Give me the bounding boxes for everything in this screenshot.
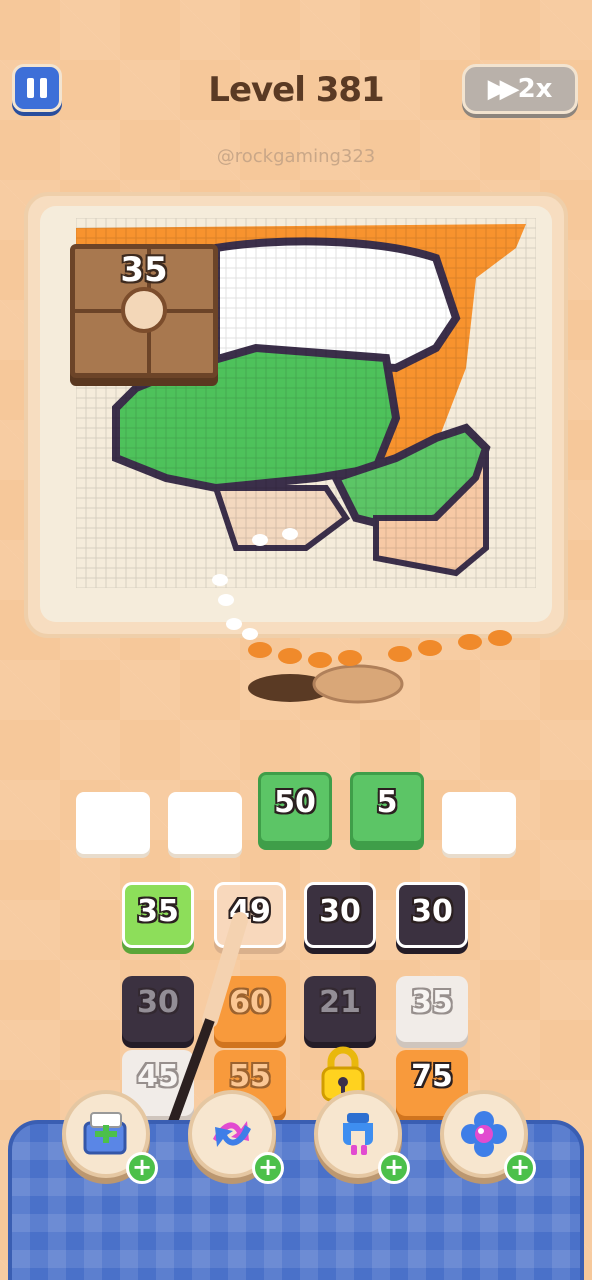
- speed-toggle-button[interactable]: ▶▶ 2x: [462, 64, 578, 114]
- tile-dark[interactable]: 30: [396, 882, 468, 948]
- tile-dark[interactable]: 30: [304, 882, 376, 948]
- add-box-icon: [83, 1112, 127, 1155]
- holding-slot[interactable]: [168, 792, 242, 854]
- holding-slot[interactable]: 50: [258, 772, 332, 844]
- magnet-claw-icon: [343, 1113, 373, 1155]
- holding-slot[interactable]: [442, 792, 516, 854]
- add-booster-1-button[interactable]: +: [126, 1152, 158, 1184]
- tile-white-locked: 35: [396, 976, 468, 1042]
- add-booster-3-button[interactable]: +: [378, 1152, 410, 1184]
- fast-forward-icon: ▶▶: [487, 74, 520, 104]
- flower-icon: [461, 1111, 507, 1157]
- watermark: @rockgaming323: [216, 146, 376, 167]
- tile-dark-locked: 21: [304, 976, 376, 1042]
- holding-slot[interactable]: [76, 792, 150, 854]
- add-booster-4-button[interactable]: +: [504, 1152, 536, 1184]
- ant-counter-value: 35: [120, 250, 168, 290]
- add-booster-2-button[interactable]: +: [252, 1152, 284, 1184]
- ant-trail: [212, 528, 512, 704]
- holding-slot[interactable]: 5: [350, 772, 424, 844]
- swap-arrows-icon: [213, 1121, 251, 1147]
- ant-face-icon: [121, 287, 167, 333]
- speed-label: 2x: [517, 74, 553, 104]
